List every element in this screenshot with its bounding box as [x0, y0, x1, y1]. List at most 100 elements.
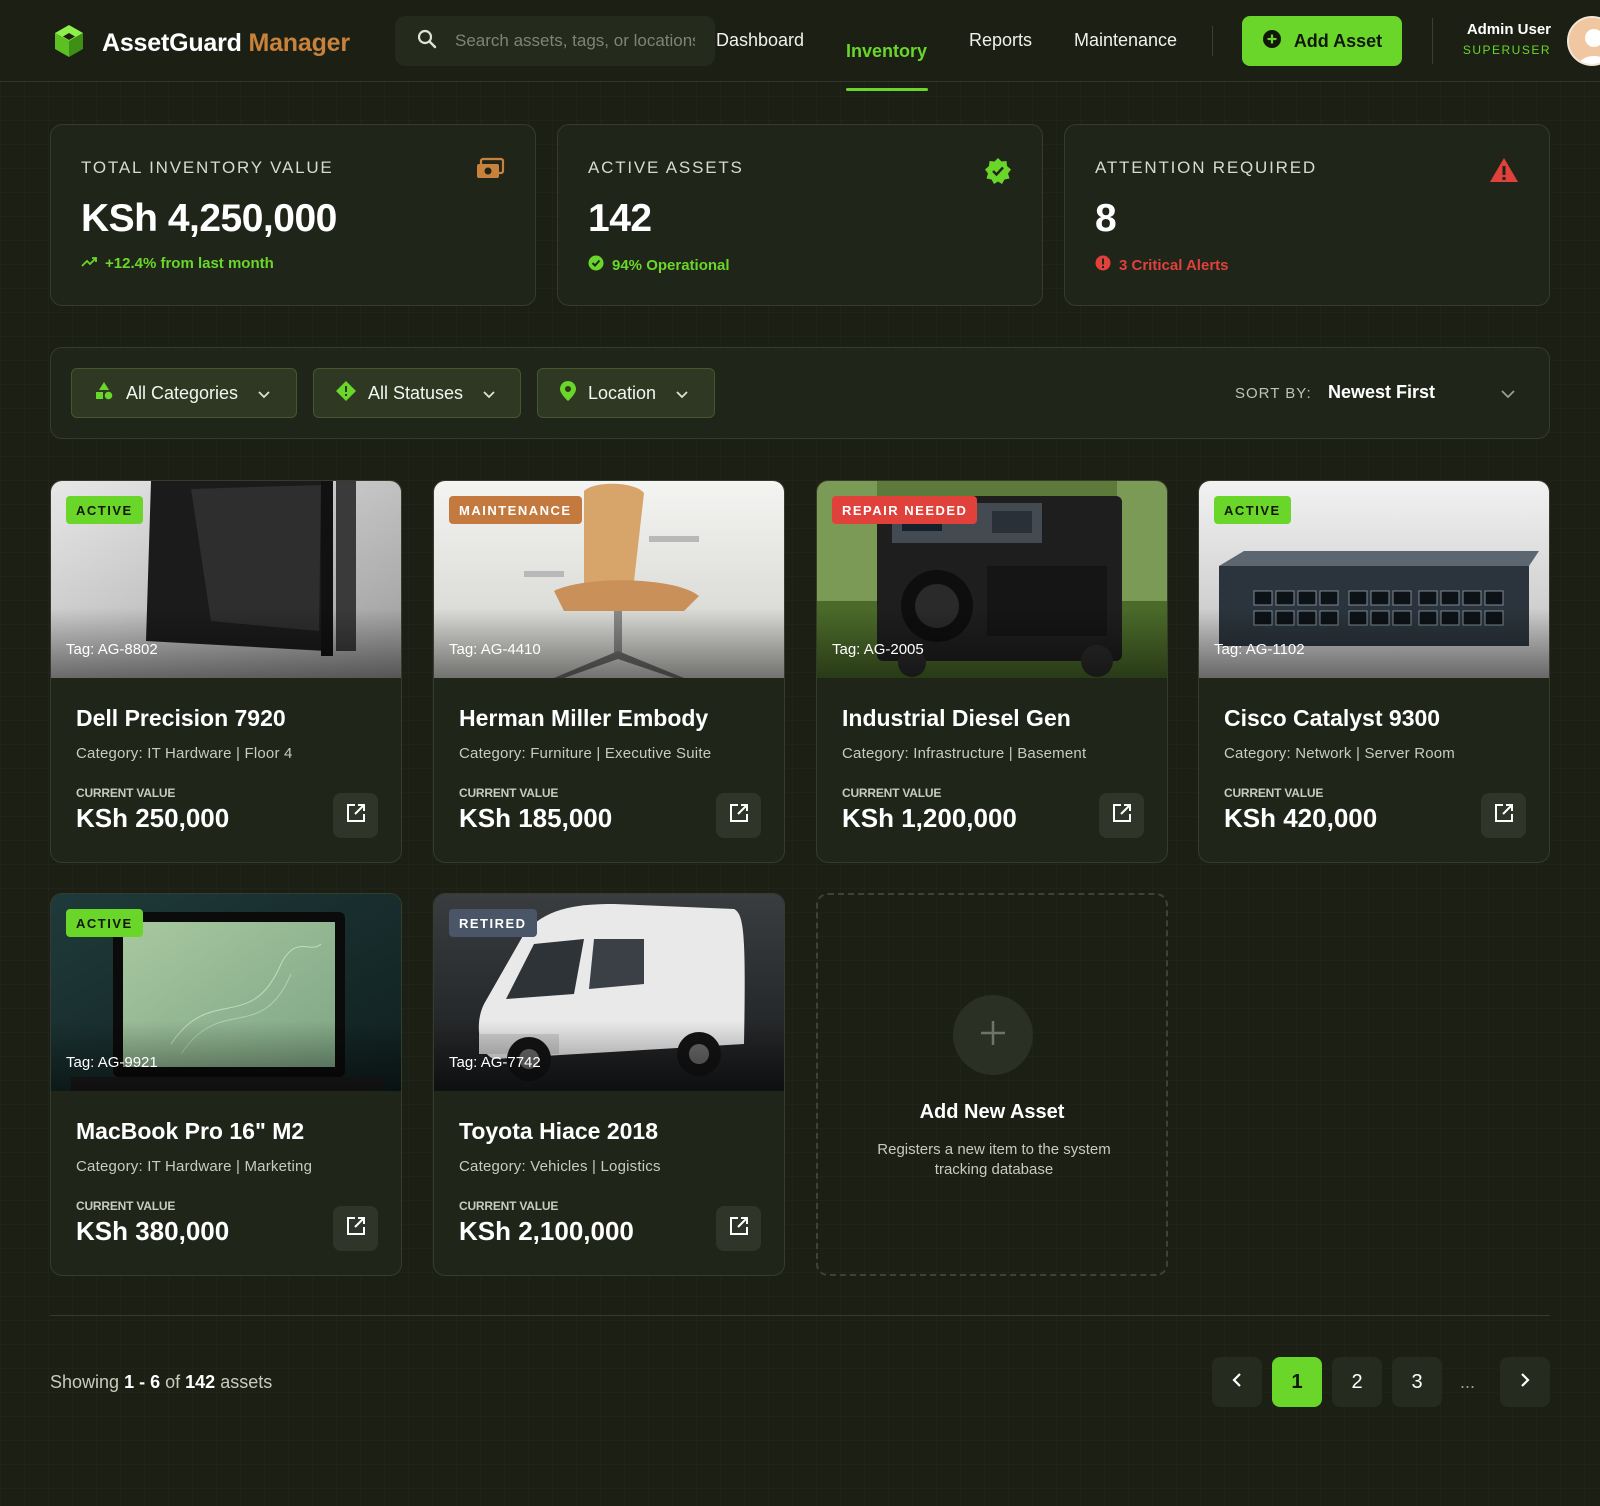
value-label: CURRENT VALUE [76, 786, 176, 800]
asset-card[interactable]: ACTIVE Tag: AG-1102 Cisco Catalyst 9300 … [1198, 480, 1550, 863]
status-badge: ACTIVE [66, 496, 143, 524]
stat-value: 142 [588, 197, 652, 240]
nav-reports[interactable]: Reports [969, 30, 1032, 51]
status-badge: REPAIR NEEDED [832, 496, 978, 524]
stat-card-total-value: TOTAL INVENTORY VALUE KSh 4,250,000 +12.… [50, 124, 536, 306]
search-input[interactable] [455, 31, 695, 51]
money-icon [475, 157, 505, 186]
footer-divider [50, 1315, 1550, 1316]
stat-label: TOTAL INVENTORY VALUE [81, 158, 334, 177]
asset-card[interactable]: RETIRED Tag: AG-7742 Toyota Hiace 2018 C… [433, 893, 785, 1276]
open-asset-button[interactable] [716, 1206, 761, 1251]
location-filter-dropdown[interactable]: Location [537, 368, 715, 418]
add-circle [953, 995, 1033, 1075]
stat-card-active-assets: ACTIVE ASSETS 142 94% Operational [557, 124, 1043, 306]
asset-tag: Tag: AG-4410 [449, 641, 541, 658]
alert-circle-icon [1095, 255, 1111, 275]
asset-name: Herman Miller Embody [459, 705, 709, 731]
asset-name: Industrial Diesel Gen [842, 705, 1071, 731]
chevron-down-icon [258, 383, 270, 404]
check-circle-icon [588, 255, 604, 275]
add-card-description: Registers a new item to the system track… [877, 1141, 1111, 1178]
trending-up-icon [81, 255, 97, 272]
add-asset-label: Add Asset [1293, 30, 1383, 51]
open-asset-button[interactable] [716, 793, 761, 838]
pagination-page-1[interactable]: 1 [1272, 1357, 1322, 1407]
status-filter-label: All Statuses [368, 382, 464, 403]
pagination-page-2[interactable]: 2 [1332, 1357, 1382, 1407]
user-info[interactable]: Admin User SUPERUSER [1463, 21, 1551, 57]
asset-name: Dell Precision 7920 [76, 705, 286, 731]
active-nav-indicator [846, 88, 928, 91]
open-asset-button[interactable] [333, 793, 378, 838]
sort-select[interactable]: Newest First [1328, 382, 1435, 403]
asset-value: KSh 250,000 [76, 803, 230, 833]
category-filter-label: All Categories [126, 382, 239, 403]
external-link-icon [729, 1216, 749, 1241]
asset-value: KSh 420,000 [1224, 803, 1378, 833]
pagination-prev-button[interactable] [1212, 1357, 1262, 1407]
asset-tag: Tag: AG-2005 [832, 641, 924, 658]
nav-maintenance[interactable]: Maintenance [1074, 30, 1177, 51]
status-badge: MAINTENANCE [449, 496, 582, 524]
chevron-right-icon [1520, 1371, 1530, 1394]
nav-dashboard[interactable]: Dashboard [716, 30, 804, 51]
stat-label: ACTIVE ASSETS [588, 158, 744, 177]
results-summary: Showing 1 - 6 of 142 assets [50, 1372, 273, 1392]
open-asset-button[interactable] [1481, 793, 1526, 838]
add-asset-button[interactable]: Add Asset [1242, 16, 1402, 66]
chevron-down-icon[interactable] [1501, 386, 1515, 404]
user-divider [1432, 18, 1433, 64]
add-new-asset-card[interactable]: Add New Asset Registers a new item to th… [816, 893, 1168, 1276]
chevron-left-icon [1232, 1371, 1242, 1394]
status-badge: ACTIVE [1214, 496, 1291, 524]
value-label: CURRENT VALUE [1224, 786, 1324, 800]
value-label: CURRENT VALUE [459, 1199, 559, 1213]
status-badge: RETIRED [449, 909, 537, 937]
external-link-icon [1112, 803, 1132, 828]
asset-card[interactable]: REPAIR NEEDED Tag: AG-2005 Industrial Di… [816, 480, 1168, 863]
category-filter-dropdown[interactable]: All Categories [71, 368, 297, 418]
asset-category: Category: Vehicles | Logistics [459, 1158, 661, 1175]
search-box[interactable] [395, 16, 715, 66]
nav-inventory[interactable]: Inventory [846, 41, 927, 62]
asset-category: Category: Network | Server Room [1224, 745, 1456, 762]
status-filter-dropdown[interactable]: All Statuses [313, 368, 521, 418]
user-role: SUPERUSER [1462, 43, 1551, 57]
asset-name: Cisco Catalyst 9300 [1224, 705, 1441, 731]
results-total: 142 [185, 1372, 216, 1392]
chevron-down-icon [483, 383, 495, 404]
open-asset-button[interactable] [1099, 793, 1144, 838]
value-label: CURRENT VALUE [459, 786, 559, 800]
external-link-icon [346, 803, 366, 828]
value-label: CURRENT VALUE [842, 786, 942, 800]
asset-value: KSh 380,000 [76, 1216, 230, 1246]
sort-label: SORT BY: [1235, 385, 1312, 402]
asset-category: Category: IT Hardware | Marketing [76, 1158, 313, 1175]
brand[interactable]: AssetGuard Manager [54, 24, 350, 63]
map-pin-icon [560, 380, 576, 406]
asset-card[interactable]: ACTIVE Tag: AG-8802 Dell Precision 7920 … [50, 480, 402, 863]
results-range: 1 - 6 [124, 1372, 161, 1392]
open-asset-button[interactable] [333, 1206, 378, 1251]
external-link-icon [729, 803, 749, 828]
stat-label: ATTENTION REQUIRED [1095, 158, 1317, 177]
asset-card[interactable]: ACTIVE Tag: AG-9921 MacBook Pro 16" M2 C… [50, 893, 402, 1276]
stat-trend: +12.4% from last month [81, 255, 274, 272]
asset-tag: Tag: AG-7742 [449, 1054, 541, 1071]
pagination-next-button[interactable] [1500, 1357, 1550, 1407]
asset-name: MacBook Pro 16" M2 [76, 1118, 305, 1144]
brand-name: AssetGuard Manager [102, 29, 350, 57]
asset-tag: Tag: AG-1102 [1214, 641, 1305, 658]
pagination-ellipsis: ... [1460, 1372, 1476, 1392]
asset-name: Toyota Hiace 2018 [459, 1118, 659, 1144]
plus-circle-icon [1262, 29, 1282, 54]
verified-badge-icon [984, 157, 1012, 190]
asset-value: KSh 185,000 [459, 803, 613, 833]
add-card-title: Add New Asset [919, 1101, 1065, 1123]
asset-card[interactable]: MAINTENANCE Tag: AG-4410 Herman Miller E… [433, 480, 785, 863]
external-link-icon [346, 1216, 366, 1241]
stat-card-attention: ATTENTION REQUIRED 8 3 Critical Alerts [1064, 124, 1550, 306]
pagination-page-3[interactable]: 3 [1392, 1357, 1442, 1407]
avatar[interactable] [1567, 16, 1600, 66]
